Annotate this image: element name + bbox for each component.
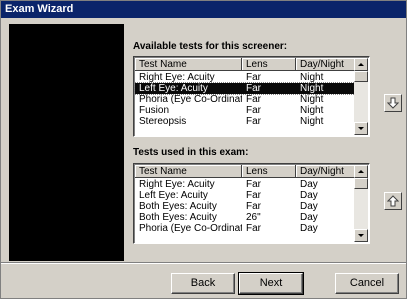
cell-lens: Far (246, 105, 261, 116)
back-button[interactable]: Back (171, 273, 235, 294)
scroll-up-button[interactable] (354, 58, 368, 71)
cell-day-night: Night (300, 83, 324, 94)
cell-lens: Far (246, 223, 261, 234)
used-tests-title: Tests used in this exam: (133, 147, 249, 158)
cell-day-night: Night (300, 72, 324, 83)
add-test-button[interactable] (384, 94, 402, 112)
chevron-up-icon (358, 170, 364, 173)
used-row[interactable]: Both Eyes: Acuity Far Day (135, 201, 355, 212)
cell-test-name: Both Eyes: Acuity (139, 201, 217, 212)
available-tests-title: Available tests for this screener: (133, 41, 288, 52)
cell-test-name: Right Eye: Acuity (139, 179, 215, 190)
available-row[interactable]: Fusion Far Night (135, 105, 355, 116)
used-row[interactable]: Both Eyes: Acuity 26" Day (135, 212, 355, 223)
cell-lens: Far (246, 72, 261, 83)
cell-day-night: Day (300, 223, 318, 234)
cell-test-name: Phoria (Eye Co-Ordinat... (139, 94, 242, 105)
cell-test-name: Right Eye: Acuity (139, 72, 215, 83)
cell-lens: Far (246, 190, 261, 201)
wizard-sidebar-panel (9, 24, 124, 261)
column-header-test-name[interactable]: Test Name (135, 165, 242, 178)
cell-day-night: Day (300, 212, 318, 223)
available-row[interactable]: Left Eye: Acuity Far Night (134, 82, 356, 95)
cell-test-name: Stereopsis (139, 116, 187, 127)
available-tests-list[interactable]: Test Name Lens Day/Night Right Eye: Acui… (133, 56, 370, 137)
scroll-up-button[interactable] (354, 165, 368, 178)
cell-lens: Far (246, 83, 261, 94)
scroll-down-button[interactable] (354, 229, 368, 242)
scroll-thumb[interactable] (354, 71, 368, 82)
chevron-up-icon (358, 63, 364, 66)
cell-lens: Far (246, 201, 261, 212)
cell-test-name: Left Eye: Acuity (139, 190, 208, 201)
exam-wizard-window: Exam Wizard Available tests for this scr… (0, 0, 407, 299)
used-tests-scrollbar[interactable] (354, 165, 368, 242)
available-row[interactable]: Stereopsis Far Night (135, 116, 355, 127)
cell-lens: Far (246, 116, 261, 127)
used-row[interactable]: Phoria (Eye Co-Ordinat... Far Day (135, 223, 355, 234)
available-tests-scrollbar[interactable] (354, 58, 368, 135)
cell-test-name: Left Eye: Acuity (139, 83, 208, 94)
cell-day-night: Night (300, 116, 324, 127)
used-row[interactable]: Right Eye: Acuity Far Day (135, 179, 355, 190)
column-header-lens[interactable]: Lens (242, 58, 296, 71)
next-button[interactable]: Next (238, 272, 304, 295)
cell-day-night: Day (300, 179, 318, 190)
scroll-thumb[interactable] (354, 178, 368, 189)
window-title: Exam Wizard (1, 1, 406, 18)
cell-test-name: Both Eyes: Acuity (139, 212, 217, 223)
used-tests-header: Test Name Lens Day/Night (135, 165, 355, 178)
cell-lens: Far (246, 179, 261, 190)
cancel-button[interactable]: Cancel (335, 273, 399, 294)
column-header-test-name[interactable]: Test Name (135, 58, 242, 71)
cell-day-night: Day (300, 190, 318, 201)
arrow-down-icon (387, 97, 399, 109)
column-header-day-night[interactable]: Day/Night (296, 165, 355, 178)
cell-test-name: Fusion (139, 105, 170, 116)
chevron-down-icon (358, 127, 364, 130)
remove-test-button[interactable] (384, 192, 402, 210)
cell-lens: 26" (246, 212, 261, 223)
cell-day-night: Night (300, 94, 324, 105)
available-row[interactable]: Phoria (Eye Co-Ordinat... Far Night (135, 94, 355, 105)
used-tests-list[interactable]: Test Name Lens Day/Night Right Eye: Acui… (133, 163, 370, 244)
footer-divider (1, 262, 406, 264)
chevron-down-icon (358, 234, 364, 237)
available-row[interactable]: Right Eye: Acuity Far Night (135, 72, 355, 83)
cell-day-night: Night (300, 105, 324, 116)
used-row[interactable]: Left Eye: Acuity Far Day (135, 190, 355, 201)
cell-lens: Far (246, 94, 261, 105)
scroll-down-button[interactable] (354, 122, 368, 135)
column-header-lens[interactable]: Lens (242, 165, 296, 178)
cell-test-name: Phoria (Eye Co-Ordinat... (139, 223, 242, 234)
arrow-up-icon (387, 195, 399, 207)
cell-day-night: Day (300, 201, 318, 212)
column-header-day-night[interactable]: Day/Night (296, 58, 355, 71)
available-tests-header: Test Name Lens Day/Night (135, 58, 355, 71)
